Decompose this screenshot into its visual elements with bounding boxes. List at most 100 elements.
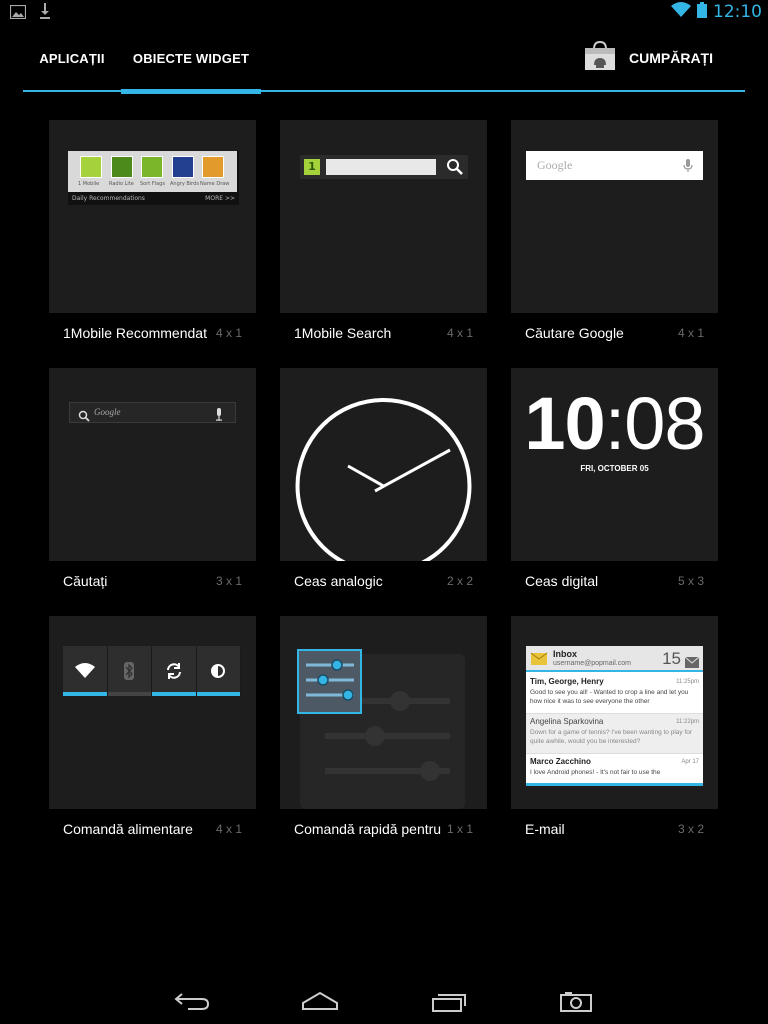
shop-label: CUMPĂRAȚI bbox=[629, 50, 713, 66]
brightness-toggle bbox=[196, 646, 241, 696]
sync-icon bbox=[166, 663, 181, 679]
widget-name: Ceas digital bbox=[525, 573, 599, 589]
widget-size: 2 x 2 bbox=[446, 574, 473, 588]
widget-size: 4 x 1 bbox=[446, 326, 473, 340]
email-account: username@popmail.com bbox=[553, 660, 631, 667]
search-bar-preview: 1 bbox=[300, 155, 468, 179]
clock-hours: 10 bbox=[524, 382, 605, 465]
email-sender: Marco Zacchino bbox=[530, 757, 591, 766]
digital-clock-date: FRI, OCTOBER 05 bbox=[580, 464, 649, 473]
email-preview: Inbox username@popmail.com 15 Tim, Georg… bbox=[526, 646, 703, 786]
email-time: Apr 17 bbox=[681, 759, 699, 765]
recent-apps-button[interactable] bbox=[419, 984, 479, 1018]
widget-size: 3 x 1 bbox=[215, 574, 242, 588]
compose-icon bbox=[684, 653, 700, 672]
email-header: Inbox username@popmail.com 15 bbox=[526, 646, 703, 672]
app-label: 1 Mobile bbox=[78, 181, 100, 187]
email-message-row: Tim, George, Henry 11:25pm Good to see y… bbox=[526, 674, 703, 714]
gallery-notification-icon[interactable] bbox=[9, 4, 27, 23]
email-app-icon bbox=[530, 650, 548, 670]
widget-name: Căutare Google bbox=[525, 325, 624, 341]
back-button[interactable] bbox=[162, 984, 222, 1018]
shopping-bag-icon bbox=[584, 40, 616, 75]
widget-digital-clock[interactable]: 10:08 FRI, OCTOBER 05 Ceas digital 5 x 3 bbox=[511, 368, 718, 600]
email-sender: Angelina Sparkovina bbox=[530, 717, 604, 726]
clock-time: 12:10 bbox=[713, 2, 762, 22]
microphone-icon bbox=[215, 406, 223, 425]
wifi-icon bbox=[74, 663, 95, 678]
tab-widgets[interactable]: OBIECTE WIDGET bbox=[121, 24, 261, 94]
search-icon bbox=[78, 407, 90, 426]
home-button[interactable] bbox=[290, 984, 350, 1018]
widget-email[interactable]: Inbox username@popmail.com 15 Tim, Georg… bbox=[511, 616, 718, 848]
google-hint: Google bbox=[537, 158, 573, 172]
home-icon bbox=[302, 991, 338, 1010]
email-time: 11:25pm bbox=[676, 679, 699, 685]
sync-toggle bbox=[152, 646, 197, 696]
widget-name: Comandă alimentare bbox=[63, 821, 193, 837]
recommendations-preview: 1 Mobile Radio Lite Sort Flags Angry Bir… bbox=[68, 151, 239, 205]
analog-clock-face bbox=[295, 398, 472, 561]
battery-icon bbox=[697, 2, 707, 22]
email-message-row: Angelina Sparkovina 11:22pm Down for a g… bbox=[526, 714, 703, 754]
widget-preview: 10:08 FRI, OCTOBER 05 bbox=[511, 368, 718, 561]
widget-name: Ceas analogic bbox=[294, 573, 383, 589]
wifi-toggle bbox=[63, 646, 108, 696]
widget-preview bbox=[280, 368, 487, 561]
recommendations-footer: Daily Recommendations bbox=[72, 195, 145, 202]
widget-name: E-mail bbox=[525, 821, 565, 837]
microphone-icon bbox=[683, 158, 693, 177]
email-snippet: Good to see you all! - Wanted to crop a … bbox=[530, 689, 689, 705]
power-control-preview bbox=[63, 646, 241, 696]
widget-size: 3 x 2 bbox=[677, 822, 704, 836]
widget-google-search[interactable]: Google Căutare Google 4 x 1 bbox=[511, 120, 718, 352]
email-unread-count: 15 bbox=[662, 649, 681, 668]
widget-settings-shortcut[interactable]: Comandă rapidă pentru 1 x 1 bbox=[280, 616, 487, 848]
back-icon bbox=[174, 993, 210, 1010]
email-time: 11:22pm bbox=[676, 719, 699, 725]
widget-size: 4 x 1 bbox=[215, 326, 242, 340]
widget-preview: Google bbox=[49, 368, 256, 561]
widget-name: 1Mobile Search bbox=[294, 325, 392, 341]
widget-preview: Google bbox=[511, 120, 718, 313]
widget-name: Căutați bbox=[63, 573, 108, 589]
brightness-icon bbox=[211, 664, 226, 678]
widget-size: 5 x 3 bbox=[677, 574, 704, 588]
google-search-bar-preview: Google bbox=[526, 151, 703, 180]
widget-1mobile-search[interactable]: 1 1Mobile Search 4 x 1 bbox=[280, 120, 487, 352]
recent-apps-icon bbox=[432, 994, 466, 1012]
widget-analog-clock[interactable]: Ceas analogic 2 x 2 bbox=[280, 368, 487, 600]
bluetooth-icon bbox=[124, 662, 135, 680]
email-snippet: Down for a game of tennis? I've been wan… bbox=[530, 729, 693, 745]
widget-1mobile-recommendations[interactable]: 1 Mobile Radio Lite Sort Flags Angry Bir… bbox=[49, 120, 256, 352]
download-notification-icon[interactable] bbox=[40, 3, 50, 23]
clock-minutes: 08 bbox=[624, 382, 705, 465]
widget-preview bbox=[280, 616, 487, 809]
tab-bar: APLICAȚII OBIECTE WIDGET CUMPĂRAȚI bbox=[23, 24, 745, 94]
email-inbox-title: Inbox bbox=[553, 649, 577, 659]
email-snippet: I love Android phones! - It's not fair t… bbox=[530, 769, 661, 776]
status-bar: 12:10 bbox=[0, 0, 768, 24]
app-label: Sort Flags bbox=[140, 181, 165, 187]
navigation-bar bbox=[0, 976, 768, 1024]
screenshot-button[interactable] bbox=[546, 984, 606, 1018]
wifi-icon bbox=[671, 2, 691, 22]
widget-preview: 1 Mobile Radio Lite Sort Flags Angry Bir… bbox=[49, 120, 256, 313]
tab-apps[interactable]: APLICAȚII bbox=[23, 24, 121, 92]
1mobile-logo-icon: 1 bbox=[304, 159, 320, 175]
email-message-row: Marco Zacchino Apr 17 I love Android pho… bbox=[526, 754, 703, 786]
widget-preview: Inbox username@popmail.com 15 Tim, Georg… bbox=[511, 616, 718, 809]
bluetooth-toggle bbox=[107, 646, 152, 696]
search-icon bbox=[446, 158, 464, 180]
widget-preview bbox=[49, 616, 256, 809]
widget-power-control[interactable]: Comandă alimentare 4 x 1 bbox=[49, 616, 256, 848]
shop-button[interactable]: CUMPĂRAȚI bbox=[584, 24, 745, 92]
clock-separator: : bbox=[604, 382, 626, 465]
camera-icon bbox=[560, 992, 592, 1012]
widget-preview: 1 bbox=[280, 120, 487, 313]
widget-size: 4 x 1 bbox=[215, 822, 242, 836]
digital-clock-time: 10:08 bbox=[511, 384, 718, 464]
widget-search[interactable]: Google Căutați 3 x 1 bbox=[49, 368, 256, 600]
widget-name: Comandă rapidă pentru bbox=[294, 821, 442, 837]
more-link: MORE >> bbox=[205, 195, 235, 202]
